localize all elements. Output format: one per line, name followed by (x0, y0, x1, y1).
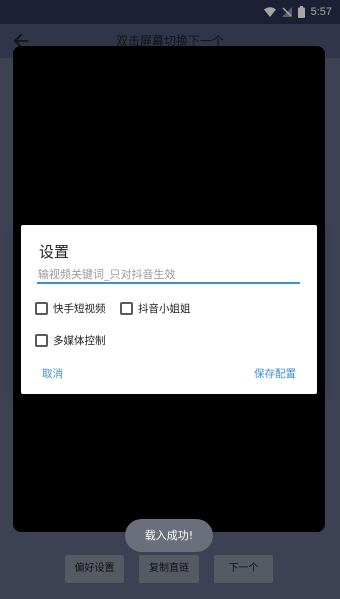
kuaishou-option[interactable]: 快手短视频 (35, 301, 106, 316)
douyin-checkbox[interactable] (120, 302, 133, 315)
dialog-title: 设置 (39, 243, 70, 261)
save-config-button[interactable]: 保存配置 (254, 366, 296, 381)
douyin-label: 抖音小姐姐 (138, 303, 191, 315)
kuaishou-checkbox[interactable] (35, 302, 48, 315)
settings-dialog: 设置 快手短视频 抖音小姐姐 多媒体控制 取消 保存配置 (21, 225, 317, 394)
cancel-button[interactable]: 取消 (42, 366, 63, 381)
kuaishou-label: 快手短视频 (53, 303, 106, 315)
media-control-label: 多媒体控制 (53, 335, 106, 347)
keyword-input[interactable] (37, 266, 300, 284)
media-control-option[interactable]: 多媒体控制 (35, 333, 106, 348)
douyin-option[interactable]: 抖音小姐姐 (120, 301, 191, 316)
toast-message: 载入成功! (125, 519, 213, 552)
media-control-checkbox[interactable] (35, 334, 48, 347)
